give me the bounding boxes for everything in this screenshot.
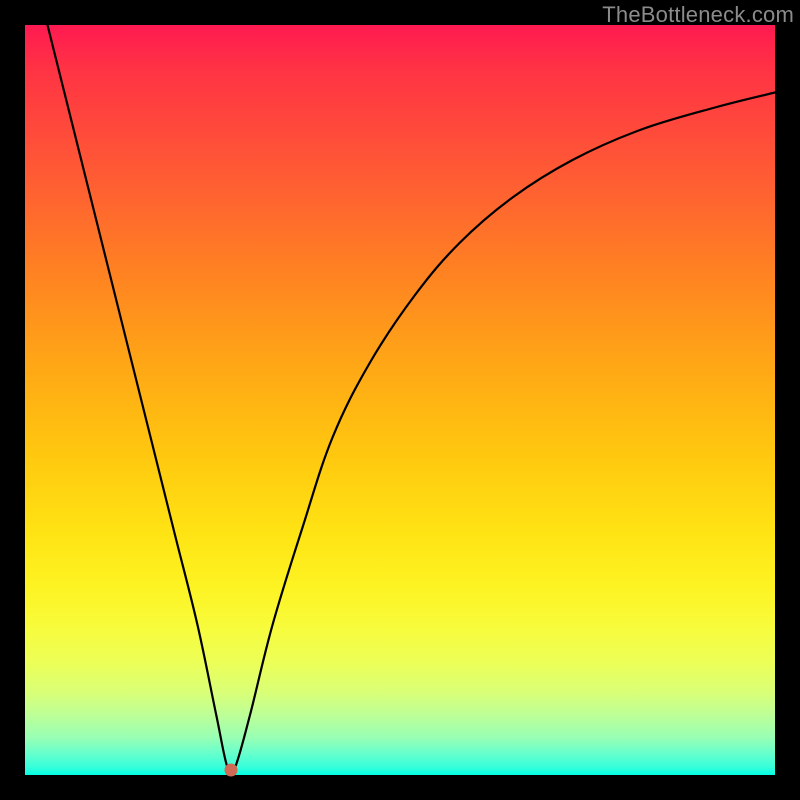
bottleneck-curve	[25, 25, 775, 775]
watermark-text: TheBottleneck.com	[602, 2, 794, 28]
chart-frame: TheBottleneck.com	[0, 0, 800, 800]
optimum-marker	[225, 763, 238, 776]
plot-area	[25, 25, 775, 775]
